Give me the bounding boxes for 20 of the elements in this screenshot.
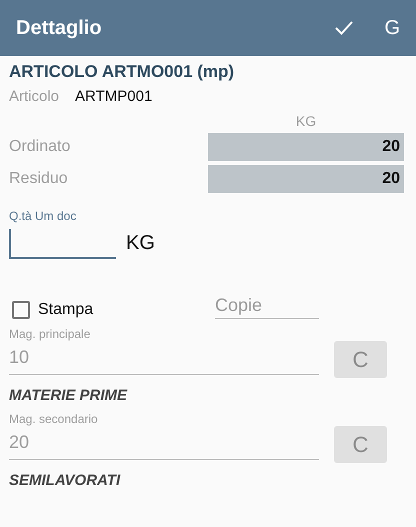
article-heading: ARTICOLO ARTMO001 (mp) — [9, 62, 234, 82]
article-code: ARTMP001 — [75, 88, 152, 105]
quantity-label: Ordinato — [9, 138, 72, 156]
g-action-button[interactable]: G — [384, 13, 400, 43]
warehouse-label: Mag. secondario — [9, 412, 98, 426]
quantity-field-label: Q.tà Um doc — [9, 209, 76, 223]
warehouse-section: SEMILAVORATI — [9, 472, 120, 489]
warehouse-section: MATERIE PRIME — [9, 387, 128, 404]
screen-title: Dettaglio — [16, 16, 103, 40]
warehouse-label: Mag. principale — [9, 327, 90, 341]
print-checkbox[interactable]: Stampa — [9, 301, 215, 319]
quantity-value: 20 — [208, 133, 404, 161]
quantity-label: Residuo — [9, 170, 69, 188]
article-label: Articolo — [9, 88, 60, 105]
check-icon — [334, 20, 354, 36]
unit-label: KG — [126, 232, 155, 255]
unit-header: KG — [296, 113, 316, 129]
quantity-input[interactable] — [9, 229, 116, 259]
quantity-value: 20 — [208, 165, 404, 193]
copies-field[interactable]: Copie — [215, 295, 319, 319]
